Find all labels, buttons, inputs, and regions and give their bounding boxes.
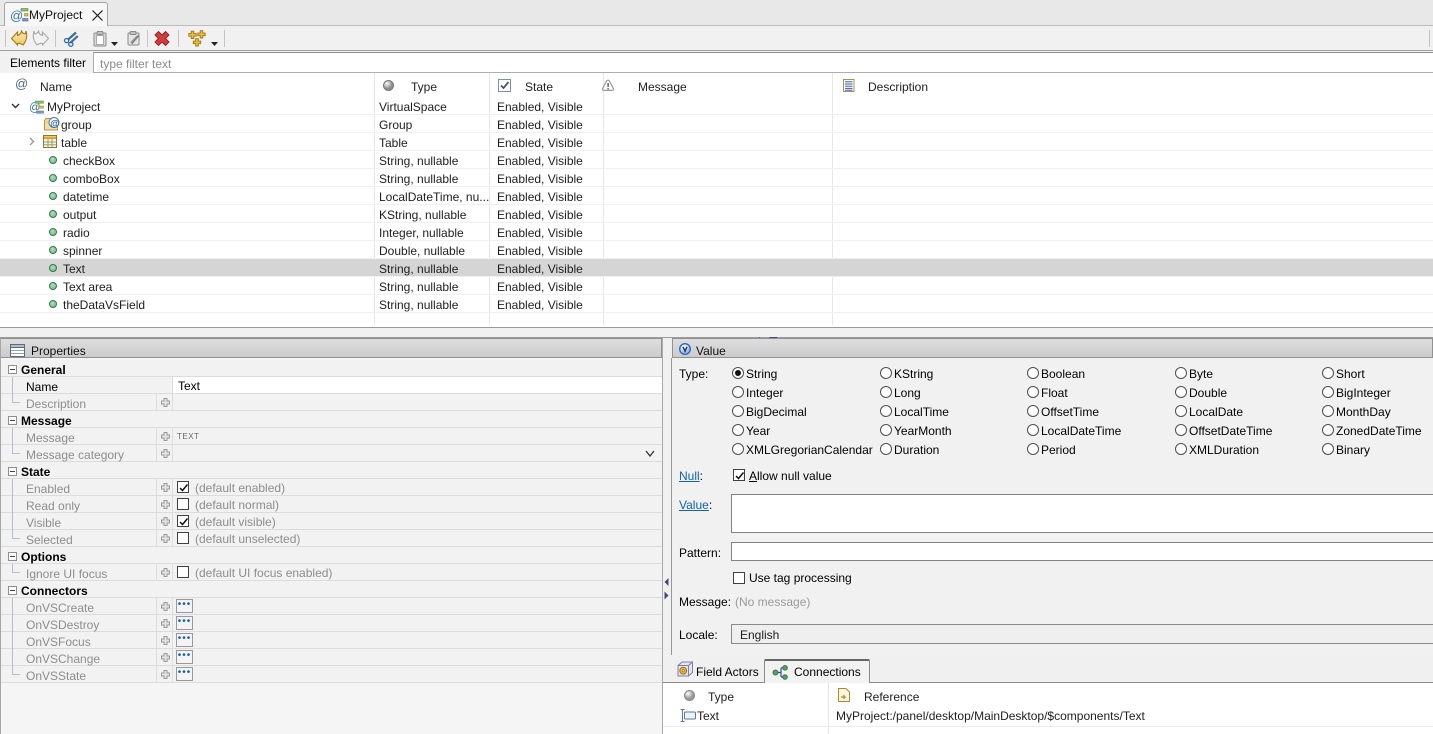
svg-text:@: @ (15, 76, 28, 91)
svg-text:@: @ (50, 119, 59, 130)
